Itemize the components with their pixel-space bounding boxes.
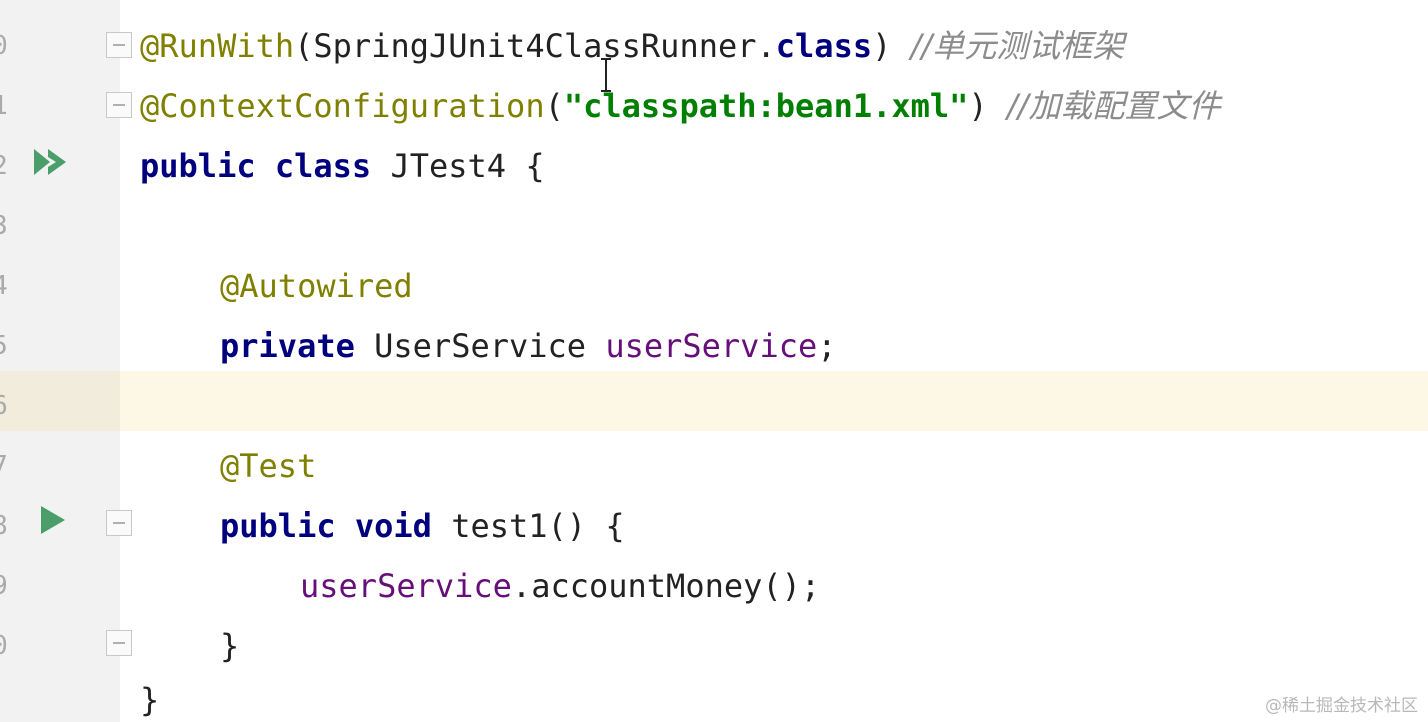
- comment: //单元测试框架: [910, 27, 1125, 65]
- line-number: 9: [0, 556, 10, 616]
- code-line-autowired: @Autowired: [220, 256, 413, 316]
- line-number: 1: [0, 76, 10, 136]
- current-line-highlight: [0, 371, 1428, 431]
- keyword: public: [220, 507, 336, 545]
- text-cursor-icon: [601, 58, 611, 92]
- field-name: userService: [300, 567, 512, 605]
- code-line-runwith: @RunWith(SpringJUnit4ClassRunner.class) …: [140, 16, 1124, 76]
- fold-icon[interactable]: [106, 630, 132, 656]
- code-text: ;: [817, 327, 837, 365]
- code-text: ): [872, 27, 892, 65]
- code-line-class-declaration: public class JTest4 {: [140, 136, 545, 196]
- run-icon[interactable]: [38, 503, 68, 537]
- comment: //加载配置文件: [1006, 87, 1221, 125]
- line-number: 4: [0, 256, 10, 316]
- method-name: test1() {: [451, 507, 625, 545]
- fold-icon[interactable]: [106, 32, 132, 58]
- line-number: 0: [0, 616, 10, 676]
- keyword: class: [775, 27, 873, 65]
- code-text: (: [544, 87, 564, 125]
- class-name: JTest4 {: [390, 147, 545, 185]
- keyword: void: [354, 507, 432, 545]
- code-line-field-declaration: private UserService userService;: [220, 316, 837, 376]
- annotation: @ContextConfiguration: [140, 87, 545, 125]
- current-line-gutter: [0, 371, 120, 431]
- code-line-context-configuration: @ContextConfiguration("classpath:bean1.x…: [140, 76, 1221, 136]
- type-name: UserService: [374, 327, 587, 365]
- line-number: 5: [0, 316, 10, 376]
- code-editor[interactable]: 0 1 2 3 4 5 6 7 8 9 0 @RunWith(SpringJUn…: [0, 0, 1428, 722]
- line-number: 8: [0, 496, 10, 556]
- keyword: private: [220, 327, 355, 365]
- code-line-class-close: }: [140, 670, 159, 722]
- field-name: userService: [605, 327, 818, 365]
- code-line-method-close: }: [220, 616, 239, 676]
- line-number: 2: [0, 136, 10, 196]
- code-line-method-call: userService.accountMoney();: [300, 556, 820, 616]
- line-number: 3: [0, 196, 10, 256]
- code-line-method-declaration: public void test1() {: [220, 496, 625, 556]
- code-text: .accountMoney();: [511, 567, 821, 605]
- annotation: @Autowired: [220, 267, 413, 305]
- annotation: @RunWith: [140, 27, 295, 65]
- fold-icon[interactable]: [106, 510, 132, 536]
- editor-gutter: [0, 0, 120, 722]
- code-line-test-annotation: @Test: [220, 436, 316, 496]
- code-text: ): [968, 87, 988, 125]
- annotation: @Test: [220, 447, 317, 485]
- line-number: 7: [0, 436, 10, 496]
- watermark: @稀土掘金技术社区: [1265, 696, 1418, 716]
- run-all-icon[interactable]: [32, 145, 70, 179]
- keyword: class: [274, 147, 372, 185]
- line-number: 6: [0, 376, 10, 436]
- closing-brace: }: [140, 681, 160, 719]
- fold-icon[interactable]: [106, 92, 132, 118]
- line-number: 0: [0, 16, 10, 76]
- string-literal: "classpath:bean1.xml": [563, 87, 969, 125]
- code-text: (SpringJUnit4ClassRunner.: [294, 27, 776, 65]
- keyword: public: [140, 147, 256, 185]
- closing-brace: }: [220, 627, 240, 665]
